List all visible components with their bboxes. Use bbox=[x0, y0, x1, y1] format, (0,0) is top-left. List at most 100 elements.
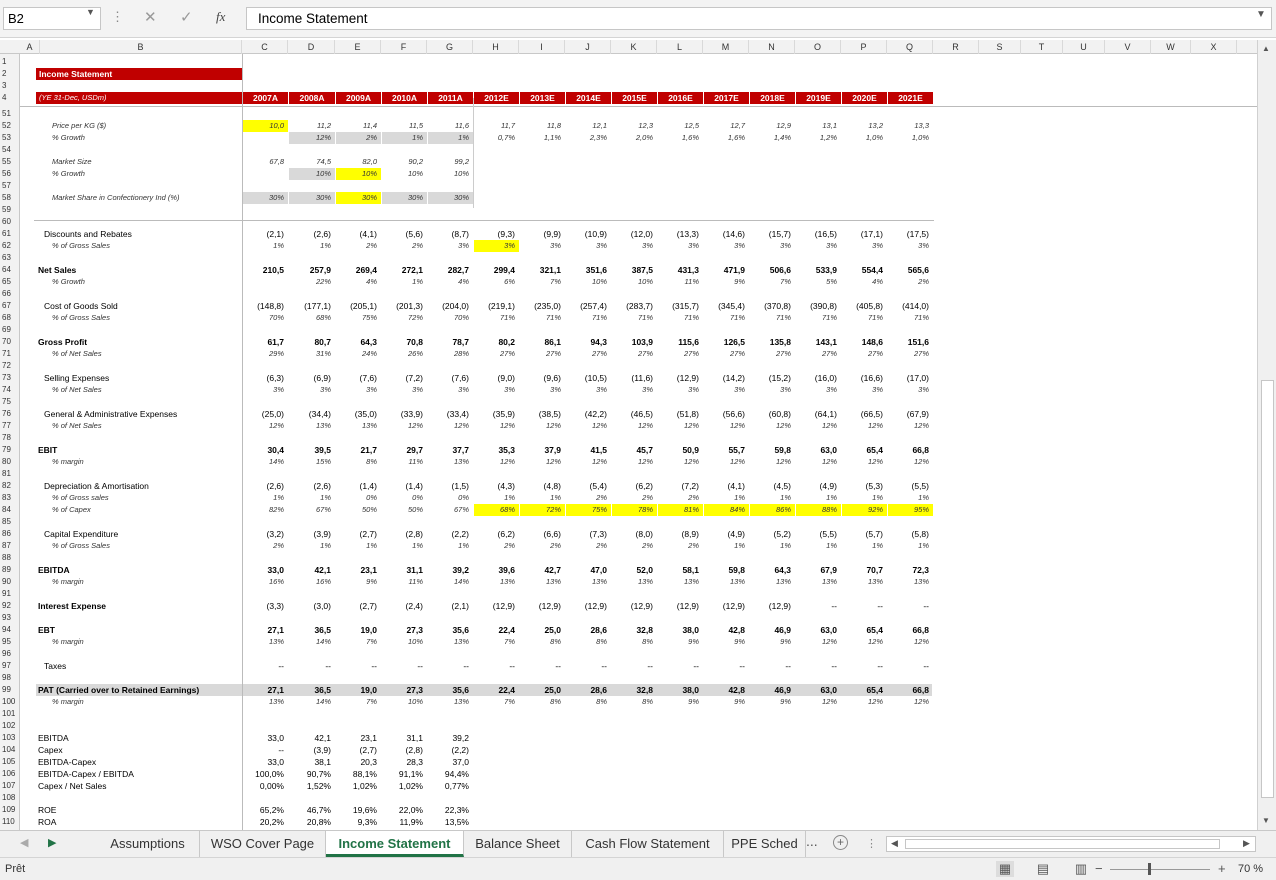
cell-value[interactable]: (5,4) bbox=[566, 480, 611, 492]
cell-value[interactable]: 10% bbox=[382, 168, 427, 180]
cell-value[interactable]: (33,9) bbox=[382, 408, 427, 420]
cell-value[interactable]: (42,2) bbox=[566, 408, 611, 420]
cell-value[interactable]: 27% bbox=[566, 348, 611, 360]
normal-view-icon[interactable]: ▦ bbox=[996, 861, 1014, 877]
sheet-tab-balance-sheet[interactable]: Balance Sheet bbox=[464, 831, 572, 857]
cell-value[interactable]: 63,0 bbox=[796, 624, 841, 636]
column-header-h[interactable]: H bbox=[473, 40, 519, 54]
cell-value[interactable]: 80,7 bbox=[289, 336, 335, 348]
cell-value[interactable]: 6% bbox=[474, 276, 519, 288]
row-label[interactable]: Market Size bbox=[52, 156, 257, 168]
cell-value[interactable]: -- bbox=[888, 600, 933, 612]
cell-value[interactable]: 12% bbox=[750, 456, 795, 468]
cell-value[interactable]: 1% bbox=[289, 240, 335, 252]
row-header[interactable]: 69 bbox=[0, 324, 19, 336]
cell-value[interactable]: -- bbox=[796, 600, 841, 612]
cell-value[interactable]: 1% bbox=[382, 276, 427, 288]
cell-value[interactable]: (4,5) bbox=[750, 480, 795, 492]
cell-value[interactable]: 30,4 bbox=[243, 444, 288, 456]
cell-value[interactable]: 3% bbox=[566, 240, 611, 252]
cell-value[interactable]: (7,2) bbox=[658, 480, 703, 492]
units-label[interactable]: (YE 31-Dec, USDm) bbox=[36, 92, 242, 104]
row-header[interactable]: 66 bbox=[0, 288, 19, 300]
cell-value[interactable]: (2,7) bbox=[336, 528, 381, 540]
cell-value[interactable]: 115,6 bbox=[658, 336, 703, 348]
cell-value[interactable]: 71% bbox=[612, 312, 657, 324]
column-header-e[interactable]: E bbox=[335, 40, 381, 54]
cell-value[interactable]: 11,7 bbox=[474, 120, 519, 132]
cell-value[interactable]: 12% bbox=[888, 696, 933, 708]
cell-value[interactable]: 5% bbox=[796, 276, 841, 288]
cell-value[interactable]: 27% bbox=[796, 348, 841, 360]
year-header[interactable]: 2015E bbox=[612, 92, 657, 104]
cell-value[interactable]: (66,5) bbox=[842, 408, 887, 420]
cell-value[interactable]: (8,9) bbox=[658, 528, 703, 540]
cell-value[interactable]: 27% bbox=[704, 348, 749, 360]
cell-value[interactable]: 7% bbox=[336, 696, 381, 708]
cell-value[interactable]: 13% bbox=[520, 576, 565, 588]
cell-value[interactable]: 3% bbox=[612, 240, 657, 252]
cell-value[interactable]: 45,7 bbox=[612, 444, 657, 456]
cell-value[interactable]: 321,1 bbox=[520, 264, 565, 276]
cell-value[interactable]: 0% bbox=[382, 492, 427, 504]
cell-value[interactable]: -- bbox=[704, 660, 749, 672]
cell-value[interactable]: 1% bbox=[888, 492, 933, 504]
cell-value[interactable]: 71% bbox=[566, 312, 611, 324]
cell-value[interactable]: 8% bbox=[612, 636, 657, 648]
cell-value[interactable]: 47,0 bbox=[566, 564, 611, 576]
row-label[interactable]: Taxes bbox=[44, 660, 249, 672]
row-label[interactable]: % of Net Sales bbox=[52, 384, 257, 396]
cell-value[interactable]: 12% bbox=[842, 420, 887, 432]
cell-value[interactable]: 27% bbox=[888, 348, 933, 360]
cell-value[interactable]: 1% bbox=[704, 492, 749, 504]
cell-value[interactable]: 64,3 bbox=[336, 336, 381, 348]
cell-value[interactable]: (6,2) bbox=[474, 528, 519, 540]
cell-value[interactable]: 7% bbox=[474, 636, 519, 648]
cell-value[interactable]: 12% bbox=[658, 420, 703, 432]
row-header[interactable]: 1 bbox=[0, 56, 19, 68]
year-header[interactable]: 2008A bbox=[289, 92, 335, 104]
cell-value[interactable]: 2% bbox=[474, 540, 519, 552]
zoom-in-icon[interactable]: + bbox=[1218, 861, 1226, 876]
cell-value[interactable]: 506,6 bbox=[750, 264, 795, 276]
row-header[interactable]: 74 bbox=[0, 384, 19, 396]
cell-value[interactable]: 28,6 bbox=[566, 624, 611, 636]
cell-value[interactable]: (4,9) bbox=[796, 480, 841, 492]
cell-value[interactable]: 30% bbox=[428, 192, 473, 204]
cell-value[interactable]: 16% bbox=[243, 576, 288, 588]
row-label[interactable]: % Growth bbox=[52, 168, 257, 180]
cell-value[interactable]: (204,0) bbox=[428, 300, 473, 312]
cell-value[interactable]: 21,7 bbox=[336, 444, 381, 456]
cell-value[interactable]: -- bbox=[336, 660, 381, 672]
row-header[interactable]: 94 bbox=[0, 624, 19, 636]
cell-value[interactable]: 11,2 bbox=[289, 120, 335, 132]
cell-value[interactable]: (38,5) bbox=[520, 408, 565, 420]
cell-value[interactable]: 23,1 bbox=[336, 564, 381, 576]
column-header-m[interactable]: M bbox=[703, 40, 749, 54]
cell-value[interactable]: 14% bbox=[243, 456, 288, 468]
cell-value[interactable]: (51,8) bbox=[658, 408, 703, 420]
cell-value[interactable]: (17,0) bbox=[888, 372, 933, 384]
row-header[interactable]: 86 bbox=[0, 528, 19, 540]
cell-value[interactable]: 1% bbox=[289, 492, 335, 504]
cell-value[interactable]: 10,0 bbox=[243, 120, 288, 132]
cell-value[interactable]: (12,9) bbox=[612, 600, 657, 612]
cell-value[interactable]: 3% bbox=[428, 240, 473, 252]
cell-value[interactable]: 1% bbox=[750, 540, 795, 552]
row-header[interactable]: 2 bbox=[0, 68, 19, 80]
cell-value[interactable]: (235,0) bbox=[520, 300, 565, 312]
row-label[interactable]: EBITDA bbox=[38, 732, 243, 744]
cell-value[interactable]: (2,6) bbox=[243, 480, 288, 492]
cell-value[interactable]: (17,5) bbox=[888, 228, 933, 240]
cell-value[interactable]: 94,3 bbox=[566, 336, 611, 348]
cell-value[interactable]: 84% bbox=[704, 504, 749, 516]
cell-value[interactable]: 27,3 bbox=[382, 624, 427, 636]
cell-value[interactable]: 2% bbox=[888, 276, 933, 288]
cell-value[interactable]: 88% bbox=[796, 504, 841, 516]
cell-value[interactable]: 12% bbox=[888, 456, 933, 468]
cell-value[interactable]: 3% bbox=[428, 384, 473, 396]
cell-value[interactable]: 72% bbox=[382, 312, 427, 324]
cell-value[interactable]: 257,9 bbox=[289, 264, 335, 276]
cell-value[interactable]: 1% bbox=[243, 240, 288, 252]
chevron-down-icon[interactable]: ▼ bbox=[86, 7, 95, 17]
